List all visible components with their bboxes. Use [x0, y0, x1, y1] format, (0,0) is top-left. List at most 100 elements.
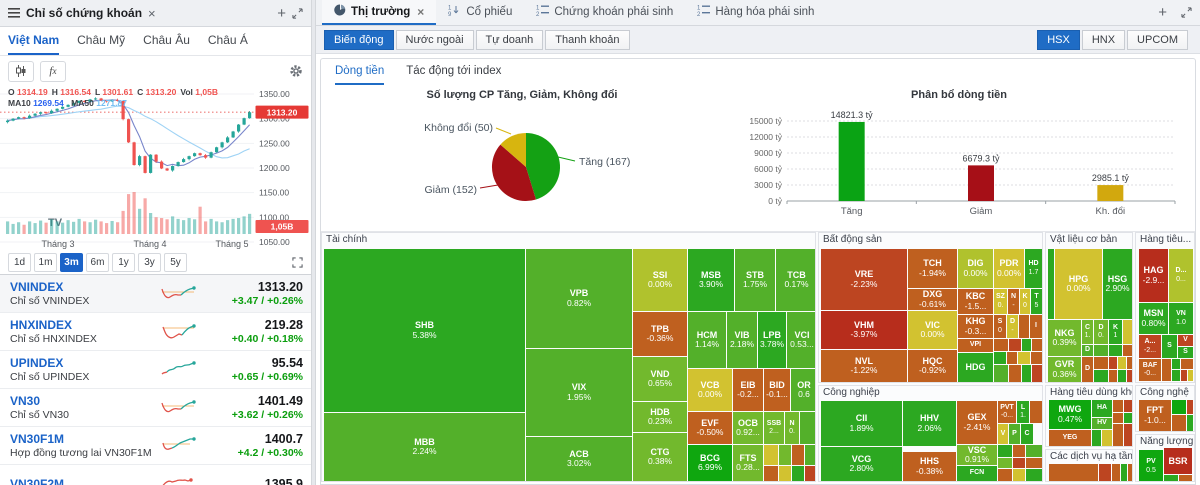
tab-hàng-hóa-phái-sinh[interactable]: 12Hàng hóa phái sinh — [685, 0, 826, 25]
treemap-cell-fpt[interactable]: FPT-1.0... — [1139, 400, 1171, 431]
treemap-cell-l[interactable]: L1. — [1017, 401, 1029, 423]
treemap-cell[interactable] — [1172, 359, 1180, 369]
exchange-button-hsx[interactable]: HSX — [1037, 30, 1080, 50]
treemap-cell-or[interactable]: OR0.6 — [791, 369, 816, 411]
treemap-cell[interactable] — [1009, 339, 1021, 351]
treemap-cell[interactable] — [1026, 458, 1042, 468]
treemap-cell[interactable] — [998, 469, 1012, 481]
tab-cổ-phiếu[interactable]: 19Cổ phiếu — [436, 0, 524, 25]
treemap-cell-vpi[interactable]: VPI — [958, 339, 993, 352]
treemap-cell[interactable] — [779, 466, 791, 481]
treemap-cell-vix[interactable]: VIX1.95% — [526, 349, 632, 436]
treemap-cell-ocb[interactable]: OCB0.92... — [733, 412, 763, 444]
treemap-cell[interactable] — [1013, 458, 1025, 468]
treemap-cell[interactable] — [1127, 357, 1132, 369]
treemap-cell-yeg[interactable]: YEG — [1049, 430, 1091, 446]
treemap-cell[interactable] — [1162, 359, 1171, 381]
fullscreen-chart-icon[interactable] — [292, 257, 303, 268]
treemap-cell[interactable] — [1109, 345, 1122, 356]
add-panel-icon[interactable]: + — [277, 6, 286, 21]
range-button-1y[interactable]: 1y — [112, 253, 135, 272]
treemap-cell[interactable] — [764, 466, 778, 481]
treemap-cell-ssb[interactable]: SSB2... — [764, 412, 784, 444]
treemap-cell[interactable] — [994, 339, 1008, 351]
indicators-button[interactable]: fx — [40, 61, 66, 82]
treemap-cell[interactable] — [994, 365, 1008, 382]
filter-button-thanh-khoản[interactable]: Thanh khoản — [545, 30, 629, 50]
treemap-cell[interactable] — [1099, 464, 1111, 482]
treemap-cell[interactable] — [1124, 400, 1132, 412]
treemap-cell[interactable] — [998, 445, 1012, 457]
treemap-cell[interactable] — [1128, 464, 1132, 482]
index-row-hnxindex[interactable]: HNXINDEXChỉ số HNXINDEX219.28+0.40 / +0.… — [0, 313, 311, 351]
treemap-cell-vn[interactable]: VN1.0 — [1169, 303, 1193, 334]
treemap-cell-fts[interactable]: FTS0.28... — [733, 445, 763, 481]
treemap-cell-vib[interactable]: VIB2.18% — [727, 312, 757, 368]
treemap-cell-s[interactable]: S — [1178, 347, 1193, 358]
treemap-cell-kbc[interactable]: KBC-1.5... — [958, 289, 993, 314]
treemap-cell-hsg[interactable]: HSG2.90% — [1103, 249, 1132, 319]
treemap-cell[interactable] — [1032, 339, 1042, 351]
treemap-cell-hv[interactable]: HV — [1092, 418, 1112, 429]
treemap-cell[interactable] — [1109, 357, 1117, 369]
exchange-button-upcom[interactable]: UPCOM — [1127, 30, 1188, 50]
treemap-cell-hcm[interactable]: HCM1.14% — [688, 312, 726, 368]
treemap-cell[interactable] — [998, 458, 1012, 468]
treemap-cell[interactable] — [1094, 357, 1108, 369]
treemap-cell[interactable] — [1109, 370, 1117, 382]
treemap-cell-dig[interactable]: DIG0.00% — [958, 249, 993, 288]
treemap-cell-p[interactable]: P — [1009, 424, 1020, 444]
index-row-upindex[interactable]: UPINDEXChỉ số UPINDEX95.54+0.65 / +0.69% — [0, 351, 311, 389]
treemap-cell[interactable] — [779, 445, 791, 465]
treemap-cell[interactable] — [1049, 464, 1098, 482]
menu-icon[interactable] — [8, 8, 20, 18]
subtab-dòng-tiền[interactable]: Dòng tiền — [335, 59, 384, 85]
treemap-cell-tch[interactable]: TCH-1.94% — [908, 249, 957, 288]
treemap-cell-bcg[interactable]: BCG6.99% — [688, 445, 732, 481]
treemap-cell[interactable] — [1179, 475, 1192, 482]
treemap-cell-v[interactable]: V — [998, 424, 1008, 444]
treemap-cell[interactable] — [764, 445, 778, 465]
treemap-cell[interactable] — [1013, 445, 1025, 457]
treemap-cell-pvt[interactable]: PVT-0... — [998, 401, 1016, 423]
treemap-cell-nkg[interactable]: NKG0.39% — [1048, 320, 1081, 356]
treemap-cell-shb[interactable]: SHB5.38% — [324, 249, 525, 412]
treemap-cell-sz[interactable]: SZ0. — [994, 289, 1007, 314]
treemap-cell[interactable] — [1118, 357, 1126, 369]
treemap-cell-evf[interactable]: EVF-0.50% — [688, 412, 732, 444]
treemap-cell[interactable] — [1007, 352, 1017, 364]
treemap-cell[interactable] — [1092, 430, 1101, 446]
treemap-cell-vpb[interactable]: VPB0.82% — [526, 249, 632, 348]
range-button-1m[interactable]: 1m — [34, 253, 57, 272]
treemap-cell[interactable] — [792, 466, 804, 481]
treemap-cell[interactable] — [1018, 352, 1030, 364]
range-button-3m[interactable]: 3m — [60, 253, 83, 272]
treemap-cell-hhv[interactable]: HHV2.06% — [903, 401, 956, 446]
index-row-vn30f2m[interactable]: VN30F2M1395.9 — [0, 465, 311, 485]
treemap-cell[interactable] — [1187, 415, 1193, 431]
treemap-cell-t[interactable]: T5 — [1031, 289, 1042, 314]
treemap-cell[interactable] — [792, 445, 804, 465]
treemap-cell[interactable] — [1181, 370, 1187, 381]
treemap-cell[interactable] — [1187, 400, 1193, 414]
treemap-cell-d[interactable]: D0. — [1094, 320, 1108, 344]
treemap-cell-khg[interactable]: KHG-0.3... — [958, 315, 993, 338]
treemap-cell[interactable] — [805, 466, 816, 481]
treemap-cell[interactable] — [1113, 424, 1123, 446]
treemap-cell-msn[interactable]: MSN0.80% — [1139, 303, 1168, 334]
tab-chứng-khoán-phái-sinh[interactable]: 12Chứng khoán phái sinh — [524, 0, 685, 25]
treemap-cell-dxg[interactable]: DXG-0.61% — [908, 289, 957, 310]
filter-button-tự-doanh[interactable]: Tự doanh — [476, 30, 544, 50]
close-tab-icon[interactable]: × — [417, 5, 424, 19]
index-row-vnindex[interactable]: VNINDEXChỉ số VNINDEX1313.20+3.47 / +0.2… — [0, 275, 311, 313]
region-tab-châu-mỹ[interactable]: Châu Mỹ — [77, 27, 125, 55]
treemap-cell[interactable] — [1102, 430, 1112, 446]
treemap-cell[interactable] — [1019, 315, 1029, 338]
treemap-cell[interactable] — [1124, 413, 1132, 423]
region-tab-châu-á[interactable]: Châu Á — [208, 27, 248, 55]
index-row-vn30[interactable]: VN30Chỉ số VN301401.49+3.62 / +0.26% — [0, 389, 311, 427]
treemap-cell-hdg[interactable]: HDG — [958, 353, 993, 382]
treemap-cell-baf[interactable]: BAF-0... — [1139, 359, 1161, 381]
treemap-cell-ctg[interactable]: CTG0.38% — [633, 433, 687, 481]
treemap-cell[interactable] — [1048, 249, 1054, 319]
